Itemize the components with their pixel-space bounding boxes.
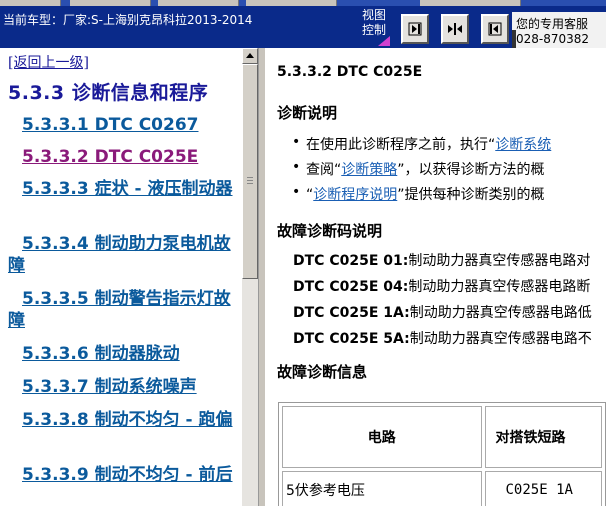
toc-item[interactable]: 5.3.3.1 DTC C0267 bbox=[8, 114, 236, 136]
toc-item[interactable]: 5.3.3.5 制动警告指示灯故障 bbox=[8, 288, 236, 332]
toc-item[interactable]: 5.3.3.9 制动不均匀 - 前后 bbox=[8, 464, 236, 486]
forward-button[interactable] bbox=[401, 14, 429, 44]
toc-heading: 5.3.3 诊断信息和程序 bbox=[8, 82, 209, 104]
toc-item[interactable]: 5.3.3.3 症状 - 液压制动器 bbox=[8, 178, 236, 200]
bullet-text: 查阅“ bbox=[306, 162, 342, 178]
bullet-item: 查阅“诊断策略”，以获得诊断方法的概 bbox=[292, 159, 545, 179]
dtc-code: DTC C025E 5A: bbox=[293, 331, 410, 347]
toc-item-label: 5.3.3.2 DTC C025E bbox=[22, 147, 199, 167]
dtc-desc-heading: 故障诊断码说明 bbox=[277, 222, 383, 240]
dtc-desc: 制动助力器真空传感器电路断 bbox=[408, 279, 591, 295]
bullet-text: 在使用此诊断程序之前，执行“ bbox=[306, 137, 496, 153]
bullet-text: ”提供每种诊断类别的概 bbox=[397, 187, 545, 203]
doc-title: 5.3.3.2 DTC C025E bbox=[277, 64, 423, 80]
dtc-line: DTC C025E 1A:制动助力器真空传感器电路低 bbox=[293, 302, 592, 322]
dtc-desc: 制动助力器真空传感器电路低 bbox=[409, 305, 592, 321]
view-control-line1: 视图 bbox=[361, 8, 386, 22]
toc-item[interactable]: 5.3.3.8 制动不均匀 - 跑偏 bbox=[8, 409, 236, 431]
info-heading: 故障诊断信息 bbox=[277, 363, 368, 381]
dtc-line: DTC C025E 5A:制动助力器真空传感器电路不 bbox=[293, 328, 592, 348]
diag-info-table: 电路 对搭铁短路 5伏参考电压 C025E 1A bbox=[278, 402, 606, 506]
toc-pane: [返回上一级] 5.3.3 诊断信息和程序 5.3.3.1 DTC C0267 … bbox=[0, 48, 242, 506]
toc-item-label: 5.3.3.6 制动器脉动 bbox=[22, 344, 180, 364]
back-button[interactable] bbox=[481, 14, 509, 44]
dtc-code: DTC C025E 01: bbox=[293, 253, 409, 269]
dtc-line: DTC C025E 04:制动助力器真空传感器电路断 bbox=[293, 276, 590, 296]
back-icon bbox=[488, 22, 502, 36]
forward-icon bbox=[408, 22, 422, 36]
dtc-line: DTC C025E 01:制动助力器真空传感器电路对 bbox=[293, 250, 590, 270]
toc-item-label: 5.3.3.5 制动警告指示灯故障 bbox=[8, 289, 231, 331]
table-header-cell: 对搭铁短路 bbox=[484, 406, 602, 468]
diag-desc-heading: 诊断说明 bbox=[277, 104, 338, 122]
toc-item-label: 5.3.3.3 症状 - 液压制动器 bbox=[22, 179, 233, 199]
top-toolbar: 当前车型：厂家:S-上海别克昂科拉2013-2014 视图 控制 您的专用客服 … bbox=[0, 0, 606, 48]
collapse-button[interactable] bbox=[441, 14, 469, 44]
collapse-icon bbox=[448, 23, 462, 35]
strip-tab[interactable] bbox=[246, 0, 337, 6]
vehicle-label: 当前车型：厂家:S-上海别克昂科拉2013-2014 bbox=[3, 13, 253, 27]
support-contact: 您的专用客服 028-870382 bbox=[512, 12, 606, 48]
scroll-thumb[interactable] bbox=[242, 64, 258, 279]
dtc-desc: 制动助力器真空传感器电路不 bbox=[409, 331, 592, 347]
toc-item-label: 5.3.3.1 DTC C0267 bbox=[22, 115, 199, 135]
top-strip bbox=[0, 0, 606, 6]
bullet-item: 在使用此诊断程序之前，执行“诊断系统 bbox=[292, 134, 551, 154]
diag-strategy-link[interactable]: 诊断策略 bbox=[341, 162, 397, 178]
toc-item-label: 5.3.3.9 制动不均匀 - 前后 bbox=[22, 465, 233, 485]
dtc-code: DTC C025E 1A: bbox=[293, 305, 410, 321]
strip-tab[interactable] bbox=[70, 0, 151, 6]
strip-tab[interactable] bbox=[158, 0, 239, 6]
toc-item-label: 5.3.3.4 制动助力泵电机故障 bbox=[8, 234, 231, 276]
table-row: 5伏参考电压 C025E 1A bbox=[282, 471, 602, 506]
table-header-cell: 电路 bbox=[282, 406, 482, 468]
diag-procedure-link[interactable]: 诊断程序说明 bbox=[313, 187, 397, 203]
bullet-item: “诊断程序说明”提供每种诊断类别的概 bbox=[292, 184, 545, 204]
back-link[interactable]: [返回上一级] bbox=[8, 52, 89, 72]
toc-item-current[interactable]: 5.3.3.2 DTC C025E bbox=[8, 146, 236, 168]
table-cell: C025E 1A bbox=[484, 471, 602, 506]
toc-scrollbar[interactable] bbox=[242, 48, 258, 506]
scroll-up-arrow-icon[interactable] bbox=[242, 48, 258, 64]
bullet-text: ”，以获得诊断方法的概 bbox=[397, 162, 545, 178]
document-pane: 5.3.3.2 DTC C025E 诊断说明 在使用此诊断程序之前，执行“诊断系… bbox=[266, 48, 606, 506]
table-cell: 5伏参考电压 bbox=[282, 471, 482, 506]
grip-icon bbox=[247, 177, 253, 178]
view-control-button[interactable]: 视图 控制 bbox=[356, 8, 392, 48]
toc-item-label: 5.3.3.7 制动系统噪声 bbox=[22, 377, 197, 397]
support-phone: 028-870382 bbox=[516, 32, 590, 46]
toc-item[interactable]: 5.3.3.7 制动系统噪声 bbox=[8, 376, 236, 398]
strip-tab[interactable] bbox=[420, 0, 521, 6]
diag-system-link[interactable]: 诊断系统 bbox=[495, 137, 551, 153]
pane-splitter[interactable] bbox=[258, 48, 266, 506]
strip-tab[interactable] bbox=[0, 0, 61, 6]
toc-item[interactable]: 5.3.3.4 制动助力泵电机故障 bbox=[8, 233, 236, 277]
corner-arrow-icon bbox=[378, 36, 390, 46]
toc-item[interactable]: 5.3.3.6 制动器脉动 bbox=[8, 343, 236, 365]
dtc-desc: 制动助力器真空传感器电路对 bbox=[408, 253, 591, 269]
toc-item-label: 5.3.3.8 制动不均匀 - 跑偏 bbox=[22, 410, 233, 430]
support-title: 您的专用客服 bbox=[516, 17, 589, 31]
dtc-code: DTC C025E 04: bbox=[293, 279, 409, 295]
table-header-row: 电路 对搭铁短路 bbox=[282, 406, 602, 468]
